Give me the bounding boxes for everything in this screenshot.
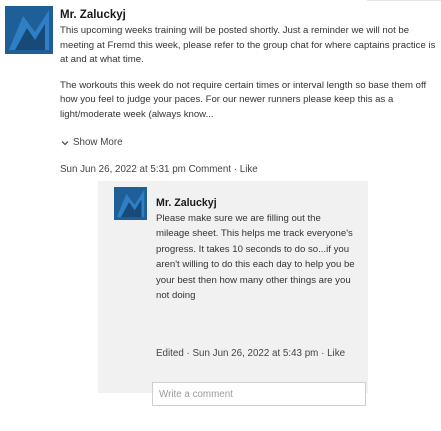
edited-label: Edited: [156, 348, 184, 359]
reply-like-link[interactable]: Like: [327, 348, 345, 359]
post-paragraph: The workouts this week do not require ce…: [60, 79, 427, 120]
abstract-logo-icon: [114, 187, 147, 220]
post-body: This upcoming weeks training will be pos…: [60, 24, 438, 123]
meta-separator: ·: [186, 348, 190, 359]
comment-input[interactable]: [152, 382, 366, 406]
show-more-link[interactable]: Show More: [60, 137, 123, 148]
reply-author[interactable]: Mr. Zaluckyj: [156, 196, 356, 210]
reply-body: Please make sure we are filling out the …: [156, 213, 355, 302]
abstract-logo-icon: [5, 6, 53, 54]
meta-separator: ·: [233, 164, 238, 175]
like-link[interactable]: Like: [240, 164, 258, 175]
reply-timestamp: Sun Jun 26, 2022 at 5:43 pm: [192, 348, 319, 359]
post-meta: Sun Jun 26, 2022 at 5:31 pm Comment · Li…: [60, 164, 258, 175]
reply-meta: Edited · Sun Jun 26, 2022 at 5:43 pm · L…: [156, 348, 345, 359]
post-paragraph: This upcoming weeks training will be pos…: [60, 25, 436, 66]
reply: Mr. Zaluckyj Please make sure we are fil…: [156, 196, 356, 303]
post: Mr. Zaluckyj This upcoming weeks trainin…: [60, 8, 438, 123]
top-divider: [367, 0, 441, 4]
author-avatar[interactable]: [5, 6, 53, 54]
chevron-down-icon: [61, 140, 69, 145]
post-author[interactable]: Mr. Zaluckyj: [60, 8, 438, 22]
comment-link[interactable]: Comment: [189, 164, 231, 175]
post-timestamp: Sun Jun 26, 2022 at 5:31 pm: [60, 164, 186, 175]
meta-separator: ·: [321, 348, 325, 359]
reply-author-avatar[interactable]: [114, 187, 147, 220]
show-more-label: Show More: [73, 137, 123, 148]
